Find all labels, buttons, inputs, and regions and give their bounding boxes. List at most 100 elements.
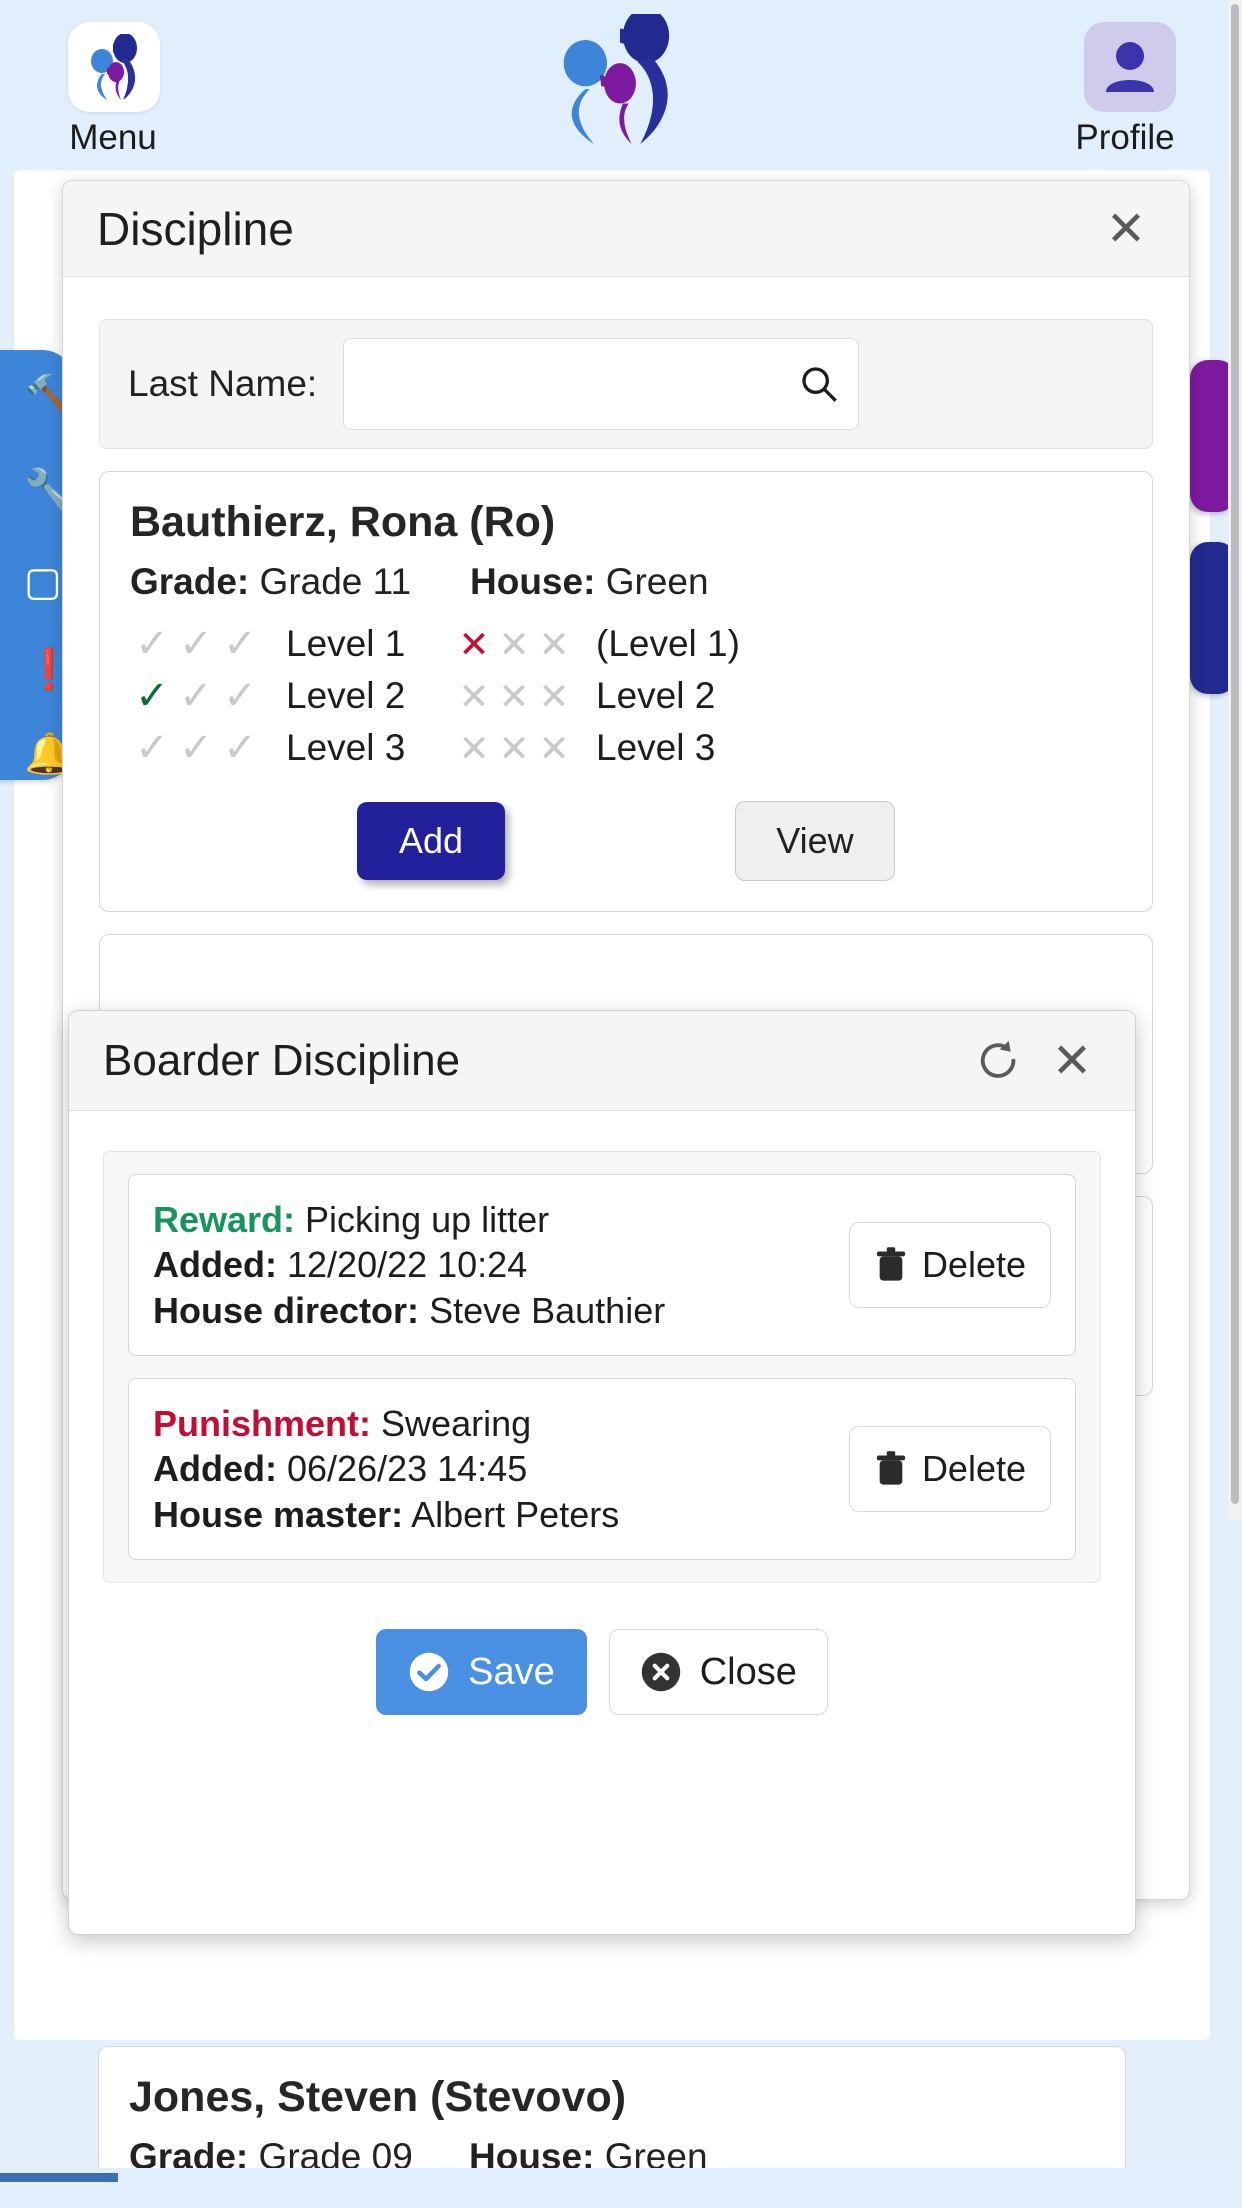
entry-type-label: Punishment: xyxy=(153,1403,372,1445)
menu-label: Menu xyxy=(69,118,157,157)
boarder-modal-footer: Save Close xyxy=(69,1629,1135,1716)
check-icon[interactable]: ✓ xyxy=(174,673,218,719)
entry-staff-label: House master: xyxy=(153,1493,404,1535)
entry-type-value: Swearing xyxy=(381,1403,532,1445)
cross-icon[interactable]: ✕ xyxy=(454,727,494,770)
entry-added-value: 06/26/23 14:45 xyxy=(287,1448,528,1490)
x-circle-icon xyxy=(641,1652,680,1692)
check-icon[interactable]: ✓ xyxy=(130,621,174,667)
last-name-label: Last Name: xyxy=(128,363,318,404)
boarder-close-icon[interactable]: ✕ xyxy=(1043,1032,1101,1090)
trash-icon xyxy=(876,1247,906,1281)
cross-icon[interactable]: ✕ xyxy=(454,675,494,718)
level-right-label: Level 3 xyxy=(596,727,716,768)
brand-logo-icon xyxy=(563,14,670,144)
boarder-modal-title: Boarder Discipline xyxy=(103,1035,461,1085)
cross-icon[interactable]: ✕ xyxy=(534,623,574,666)
level-right-label: Level 2 xyxy=(596,675,716,716)
view-button[interactable]: View xyxy=(735,801,895,881)
search-wrap xyxy=(343,338,860,430)
check-icon[interactable]: ✓ xyxy=(218,725,262,771)
check-icon[interactable]: ✓ xyxy=(218,621,262,667)
entry-staff-value: Albert Peters xyxy=(411,1493,620,1535)
entry-added-value: 12/20/22 10:24 xyxy=(287,1244,528,1286)
check-icon[interactable]: ✓ xyxy=(174,725,218,771)
entry-lines: Punishment: Swearing Added: 06/26/23 14:… xyxy=(153,1401,849,1537)
add-button[interactable]: Add xyxy=(357,802,505,880)
discipline-close-icon[interactable]: ✕ xyxy=(1097,200,1155,258)
level-left-label: Level 2 xyxy=(286,675,406,716)
search-panel: Last Name: xyxy=(99,319,1153,449)
entry-type-line: Punishment: Swearing xyxy=(153,1401,849,1446)
profile-button[interactable] xyxy=(1084,22,1176,112)
check-icon[interactable]: ✓ xyxy=(130,673,174,719)
delete-label: Delete xyxy=(921,1244,1026,1286)
bottom-student-name: Jones, Steven (Stevovo) xyxy=(129,2073,627,2121)
entry-type-label: Reward: xyxy=(153,1199,296,1240)
close-label: Close xyxy=(699,1650,797,1693)
entry-type-value: Picking up litter xyxy=(305,1199,550,1240)
cross-icon[interactable]: ✕ xyxy=(494,727,534,770)
refresh-icon[interactable] xyxy=(969,1032,1027,1090)
level-row: ✓ ✓ ✓ Level 1 ✕ ✕ ✕ (Level 1) xyxy=(130,621,1122,667)
entry-staff-label: House director: xyxy=(153,1289,420,1331)
last-name-input[interactable] xyxy=(343,338,860,430)
delete-button[interactable]: Delete xyxy=(848,1426,1051,1513)
trash-icon xyxy=(876,1451,906,1485)
student-meta: Grade: Grade 11 House: Green xyxy=(130,561,1122,603)
entries-list: Reward: Picking up litter Added: 12/20/2… xyxy=(103,1151,1101,1584)
entry-added-line: Added: 12/20/22 10:24 xyxy=(153,1242,849,1287)
entry-added-label: Added: xyxy=(153,1244,277,1286)
entry-type-line: Reward: Picking up litter xyxy=(153,1197,849,1242)
level-left-label: Level 3 xyxy=(286,727,406,768)
delete-button[interactable]: Delete xyxy=(848,1222,1051,1309)
entry-staff-line: House director: Steve Bauthier xyxy=(153,1288,849,1333)
grade-label: Grade: xyxy=(130,561,250,602)
user-avatar-icon xyxy=(1106,42,1154,92)
entry-row: Reward: Picking up litter Added: 12/20/2… xyxy=(128,1174,1076,1357)
student-grade: Grade: Grade 11 xyxy=(130,561,470,603)
boarder-discipline-modal: Boarder Discipline ✕ Reward: Picking up … xyxy=(68,1010,1136,1935)
cross-icon[interactable]: ✕ xyxy=(534,727,574,770)
cross-icon[interactable]: ✕ xyxy=(454,623,494,666)
profile-label: Profile xyxy=(1075,118,1175,157)
student-name: Bauthierz, Rona (Ro) xyxy=(130,498,556,546)
app-root: Menu Profile 🔨 🔧 ▢ ❗ 🔔 Discipline ✕ Last… xyxy=(0,0,1242,2208)
level-left-label: Level 1 xyxy=(286,623,406,664)
grade-value: Grade 11 xyxy=(259,561,412,602)
page-scrollbar[interactable] xyxy=(1228,0,1242,1520)
student-house: House: Green xyxy=(470,561,709,603)
footer-progress-bar xyxy=(0,2173,118,2182)
close-button[interactable]: Close xyxy=(608,1629,828,1716)
entry-staff-value: Steve Bauthier xyxy=(429,1289,666,1331)
footer-strip xyxy=(0,2168,1242,2208)
house-label: House: xyxy=(470,561,596,602)
entry-added-label: Added: xyxy=(153,1448,277,1490)
check-icon[interactable]: ✓ xyxy=(174,621,218,667)
discipline-modal-header: Discipline ✕ xyxy=(63,181,1189,277)
entry-added-line: Added: 06/26/23 14:45 xyxy=(153,1446,849,1491)
document-icon[interactable]: ▢ xyxy=(24,562,62,602)
check-icon[interactable]: ✓ xyxy=(218,673,262,719)
student-card-actions: Add View xyxy=(130,801,1122,881)
save-button[interactable]: Save xyxy=(376,1629,587,1716)
menu-button[interactable] xyxy=(68,22,160,112)
search-icon[interactable] xyxy=(799,364,839,404)
entry-lines: Reward: Picking up litter Added: 12/20/2… xyxy=(153,1197,849,1333)
student-card: Bauthierz, Rona (Ro) Grade: Grade 11 Hou… xyxy=(99,471,1153,912)
save-label: Save xyxy=(468,1650,555,1693)
boarder-modal-header: Boarder Discipline ✕ xyxy=(69,1011,1135,1111)
delete-label: Delete xyxy=(921,1448,1026,1490)
cross-icon[interactable]: ✕ xyxy=(534,675,574,718)
app-logo-icon xyxy=(91,34,137,100)
entry-row: Punishment: Swearing Added: 06/26/23 14:… xyxy=(128,1378,1076,1561)
cross-icon[interactable]: ✕ xyxy=(494,675,534,718)
entry-staff-line: House master: Albert Peters xyxy=(153,1492,849,1537)
check-circle-icon xyxy=(409,1652,449,1692)
level-row: ✓ ✓ ✓ Level 2 ✕ ✕ ✕ Level 2 xyxy=(130,673,1122,719)
level-right-label: (Level 1) xyxy=(596,623,740,664)
level-row: ✓ ✓ ✓ Level 3 ✕ ✕ ✕ Level 3 xyxy=(130,725,1122,771)
cross-icon[interactable]: ✕ xyxy=(494,623,534,666)
check-icon[interactable]: ✓ xyxy=(130,725,174,771)
house-value: Green xyxy=(605,561,709,602)
